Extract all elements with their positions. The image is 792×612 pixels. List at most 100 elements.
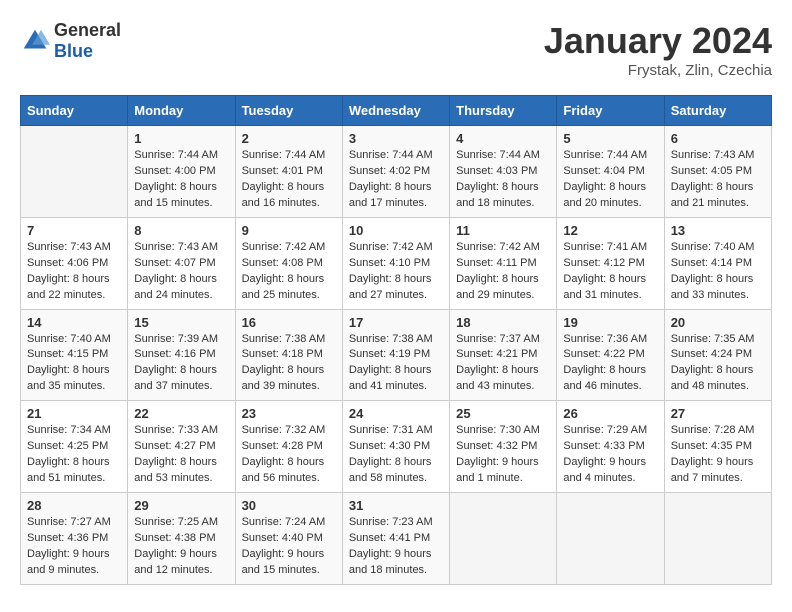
calendar-cell: 30Sunrise: 7:24 AMSunset: 4:40 PMDayligh… <box>235 493 342 585</box>
calendar-cell: 6 Sunrise: 7:43 AMSunset: 4:05 PMDaylight… <box>664 126 771 218</box>
day-info: Sunrise: 7:40 AMSunset: 4:14 PMDaylight:… <box>671 241 755 301</box>
month-title: January 2024 <box>544 20 772 62</box>
day-number: 13 <box>671 223 765 238</box>
calendar-cell: 3 Sunrise: 7:44 AMSunset: 4:02 PMDaylight… <box>342 126 449 218</box>
day-number: 2 <box>242 131 336 146</box>
day-info: Sunrise: 7:38 AMSunset: 4:19 PMDaylight:… <box>349 333 433 393</box>
day-info: Sunrise: 7:38 AMSunset: 4:18 PMDaylight:… <box>242 333 326 393</box>
day-info: Sunrise: 7:32 AMSunset: 4:28 PMDaylight:… <box>242 424 326 484</box>
day-info: Sunrise: 7:35 AMSunset: 4:24 PMDaylight:… <box>671 333 755 393</box>
day-info: Sunrise: 7:29 AMSunset: 4:33 PMDaylight:… <box>563 424 647 484</box>
day-number: 30 <box>242 498 336 513</box>
calendar-cell: 15 Sunrise: 7:39 AMSunset: 4:16 PMDayligh… <box>128 309 235 401</box>
day-number: 1 <box>134 131 228 146</box>
logo-icon <box>20 26 50 56</box>
day-number: 15 <box>134 315 228 330</box>
calendar-cell <box>21 126 128 218</box>
calendar-cell: 27 Sunrise: 7:28 AMSunset: 4:35 PMDayligh… <box>664 401 771 493</box>
calendar-cell <box>450 493 557 585</box>
day-info: Sunrise: 7:28 AMSunset: 4:35 PMDaylight:… <box>671 424 755 484</box>
weekday-header-row: SundayMondayTuesdayWednesdayThursdayFrid… <box>21 96 772 126</box>
day-info: Sunrise: 7:40 AMSunset: 4:15 PMDaylight:… <box>27 333 111 393</box>
day-info: Sunrise: 7:44 AMSunset: 4:01 PMDaylight:… <box>242 149 326 209</box>
logo-blue: Blue <box>54 41 93 61</box>
calendar-cell: 21 Sunrise: 7:34 AMSunset: 4:25 PMDayligh… <box>21 401 128 493</box>
weekday-header: Wednesday <box>342 96 449 126</box>
day-info: Sunrise: 7:33 AMSunset: 4:27 PMDaylight:… <box>134 424 218 484</box>
weekday-header: Saturday <box>664 96 771 126</box>
calendar-cell: 18 Sunrise: 7:37 AMSunset: 4:21 PMDayligh… <box>450 309 557 401</box>
day-info: Sunrise: 7:39 AMSunset: 4:16 PMDaylight:… <box>134 333 218 393</box>
day-number: 6 <box>671 131 765 146</box>
calendar-week-row: 1 Sunrise: 7:44 AMSunset: 4:00 PMDaylight… <box>21 126 772 218</box>
day-info: Sunrise: 7:34 AMSunset: 4:25 PMDaylight:… <box>27 424 111 484</box>
day-number: 21 <box>27 406 121 421</box>
calendar-table: SundayMondayTuesdayWednesdayThursdayFrid… <box>20 95 772 585</box>
day-info: Sunrise: 7:41 AMSunset: 4:12 PMDaylight:… <box>563 241 647 301</box>
page-header: General Blue January 2024 Frystak, Zlin,… <box>20 20 772 79</box>
day-info: Sunrise: 7:44 AMSunset: 4:02 PMDaylight:… <box>349 149 433 209</box>
location: Frystak, Zlin, Czechia <box>544 62 772 79</box>
day-number: 3 <box>349 131 443 146</box>
calendar-cell: 16 Sunrise: 7:38 AMSunset: 4:18 PMDayligh… <box>235 309 342 401</box>
weekday-header: Sunday <box>21 96 128 126</box>
day-number: 25 <box>456 406 550 421</box>
day-number: 18 <box>456 315 550 330</box>
calendar-cell: 12 Sunrise: 7:41 AMSunset: 4:12 PMDayligh… <box>557 217 664 309</box>
calendar-cell <box>664 493 771 585</box>
day-number: 22 <box>134 406 228 421</box>
day-number: 10 <box>349 223 443 238</box>
day-number: 17 <box>349 315 443 330</box>
calendar-week-row: 21 Sunrise: 7:34 AMSunset: 4:25 PMDayligh… <box>21 401 772 493</box>
weekday-header: Friday <box>557 96 664 126</box>
calendar-cell: 25 Sunrise: 7:30 AMSunset: 4:32 PMDayligh… <box>450 401 557 493</box>
day-info: Sunrise: 7:42 AMSunset: 4:11 PMDaylight:… <box>456 241 540 301</box>
day-number: 28 <box>27 498 121 513</box>
day-info: Sunrise: 7:23 AMSunset: 4:41 PMDaylight:… <box>349 516 433 576</box>
calendar-cell: 19Sunrise: 7:36 AMSunset: 4:22 PMDayligh… <box>557 309 664 401</box>
day-info: Sunrise: 7:42 AMSunset: 4:10 PMDaylight:… <box>349 241 433 301</box>
day-info: Sunrise: 7:31 AMSunset: 4:30 PMDaylight:… <box>349 424 433 484</box>
weekday-header: Thursday <box>450 96 557 126</box>
day-info: Sunrise: 7:37 AMSunset: 4:21 PMDaylight:… <box>456 333 540 393</box>
calendar-cell: 9Sunrise: 7:42 AMSunset: 4:08 PMDaylight… <box>235 217 342 309</box>
calendar-cell: 1 Sunrise: 7:44 AMSunset: 4:00 PMDaylight… <box>128 126 235 218</box>
title-block: January 2024 Frystak, Zlin, Czechia <box>544 20 772 79</box>
calendar-cell: 14 Sunrise: 7:40 AMSunset: 4:15 PMDayligh… <box>21 309 128 401</box>
calendar-cell: 31 Sunrise: 7:23 AMSunset: 4:41 PMDayligh… <box>342 493 449 585</box>
day-number: 9 <box>242 223 336 238</box>
day-number: 26 <box>563 406 657 421</box>
day-number: 14 <box>27 315 121 330</box>
day-number: 23 <box>242 406 336 421</box>
day-number: 4 <box>456 131 550 146</box>
day-number: 12 <box>563 223 657 238</box>
calendar-cell: 24 Sunrise: 7:31 AMSunset: 4:30 PMDayligh… <box>342 401 449 493</box>
weekday-header: Tuesday <box>235 96 342 126</box>
day-number: 20 <box>671 315 765 330</box>
calendar-cell: 2 Sunrise: 7:44 AMSunset: 4:01 PMDaylight… <box>235 126 342 218</box>
calendar-cell: 5Sunrise: 7:44 AMSunset: 4:04 PMDaylight… <box>557 126 664 218</box>
calendar-week-row: 14 Sunrise: 7:40 AMSunset: 4:15 PMDayligh… <box>21 309 772 401</box>
calendar-cell: 11Sunrise: 7:42 AMSunset: 4:11 PMDayligh… <box>450 217 557 309</box>
day-info: Sunrise: 7:30 AMSunset: 4:32 PMDaylight:… <box>456 424 540 484</box>
day-number: 8 <box>134 223 228 238</box>
calendar-cell: 17 Sunrise: 7:38 AMSunset: 4:19 PMDayligh… <box>342 309 449 401</box>
calendar-cell: 13 Sunrise: 7:40 AMSunset: 4:14 PMDayligh… <box>664 217 771 309</box>
day-number: 27 <box>671 406 765 421</box>
day-number: 19 <box>563 315 657 330</box>
day-number: 31 <box>349 498 443 513</box>
day-info: Sunrise: 7:44 AMSunset: 4:00 PMDaylight:… <box>134 149 218 209</box>
calendar-cell: 4Sunrise: 7:44 AMSunset: 4:03 PMDaylight… <box>450 126 557 218</box>
day-number: 16 <box>242 315 336 330</box>
calendar-cell: 28Sunrise: 7:27 AMSunset: 4:36 PMDayligh… <box>21 493 128 585</box>
weekday-header: Monday <box>128 96 235 126</box>
calendar-cell: 22 Sunrise: 7:33 AMSunset: 4:27 PMDayligh… <box>128 401 235 493</box>
day-number: 24 <box>349 406 443 421</box>
day-info: Sunrise: 7:44 AMSunset: 4:04 PMDaylight:… <box>563 149 647 209</box>
calendar-week-row: 7Sunrise: 7:43 AMSunset: 4:06 PMDaylight… <box>21 217 772 309</box>
calendar-cell: 8Sunrise: 7:43 AMSunset: 4:07 PMDaylight… <box>128 217 235 309</box>
day-number: 29 <box>134 498 228 513</box>
calendar-cell: 23 Sunrise: 7:32 AMSunset: 4:28 PMDayligh… <box>235 401 342 493</box>
day-info: Sunrise: 7:43 AMSunset: 4:05 PMDaylight:… <box>671 149 755 209</box>
calendar-cell <box>557 493 664 585</box>
